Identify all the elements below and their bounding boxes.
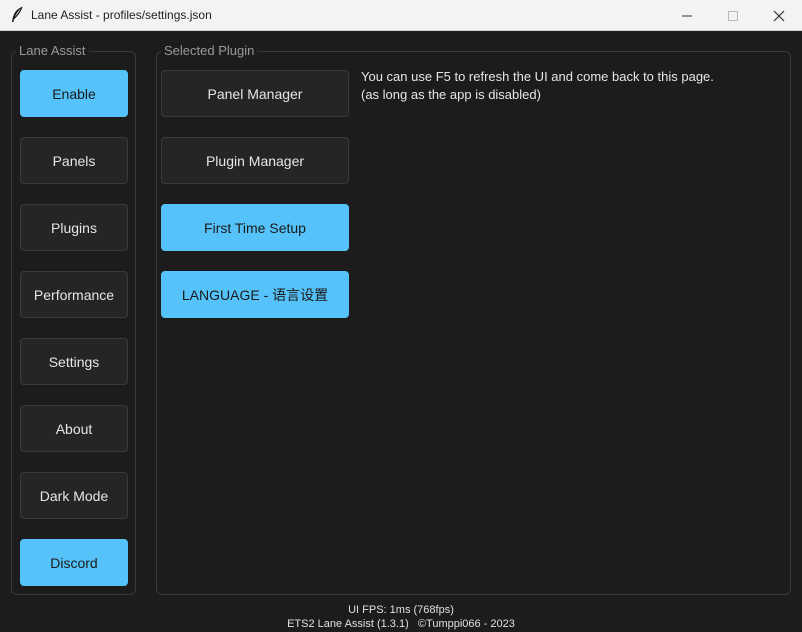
panels-button[interactable]: Panels [20,137,128,184]
sidebar-label: Lane Assist [16,44,89,58]
feather-icon [9,6,25,24]
settings-button[interactable]: Settings [20,338,128,385]
close-button[interactable] [756,0,802,31]
version-credit: ETS2 Lane Assist (1.3.1) ©Tumppi066 - 20… [287,618,515,630]
about-button[interactable]: About [20,405,128,452]
plugin-manager-button[interactable]: Plugin Manager [161,137,349,184]
info-line-refresh: You can use F5 to refresh the UI and com… [361,69,714,84]
enable-button[interactable]: Enable [20,70,128,117]
title-bar[interactable]: Lane Assist - profiles/settings.json [0,0,802,31]
fps-readout: UI FPS: 1ms (768fps) [348,604,454,616]
language-button[interactable]: LANGUAGE - 语言设置 [161,271,349,318]
info-line-disabled: (as long as the app is disabled) [361,87,541,102]
panel-manager-button[interactable]: Panel Manager [161,70,349,117]
first-time-setup-button[interactable]: First Time Setup [161,204,349,251]
performance-button[interactable]: Performance [20,271,128,318]
close-icon [773,10,785,22]
window-title: Lane Assist - profiles/settings.json [31,8,212,22]
maximize-icon [728,11,738,21]
discord-button[interactable]: Discord [20,539,128,586]
plugins-button[interactable]: Plugins [20,204,128,251]
selected-plugin-frame [156,51,791,595]
maximize-button[interactable] [710,0,756,31]
info-text: You can use F5 to refresh the UI and com… [361,68,714,104]
selected-plugin-label: Selected Plugin [161,44,258,58]
minimize-button[interactable] [664,0,710,31]
dark-mode-button[interactable]: Dark Mode [20,472,128,519]
minimize-icon [682,15,692,17]
